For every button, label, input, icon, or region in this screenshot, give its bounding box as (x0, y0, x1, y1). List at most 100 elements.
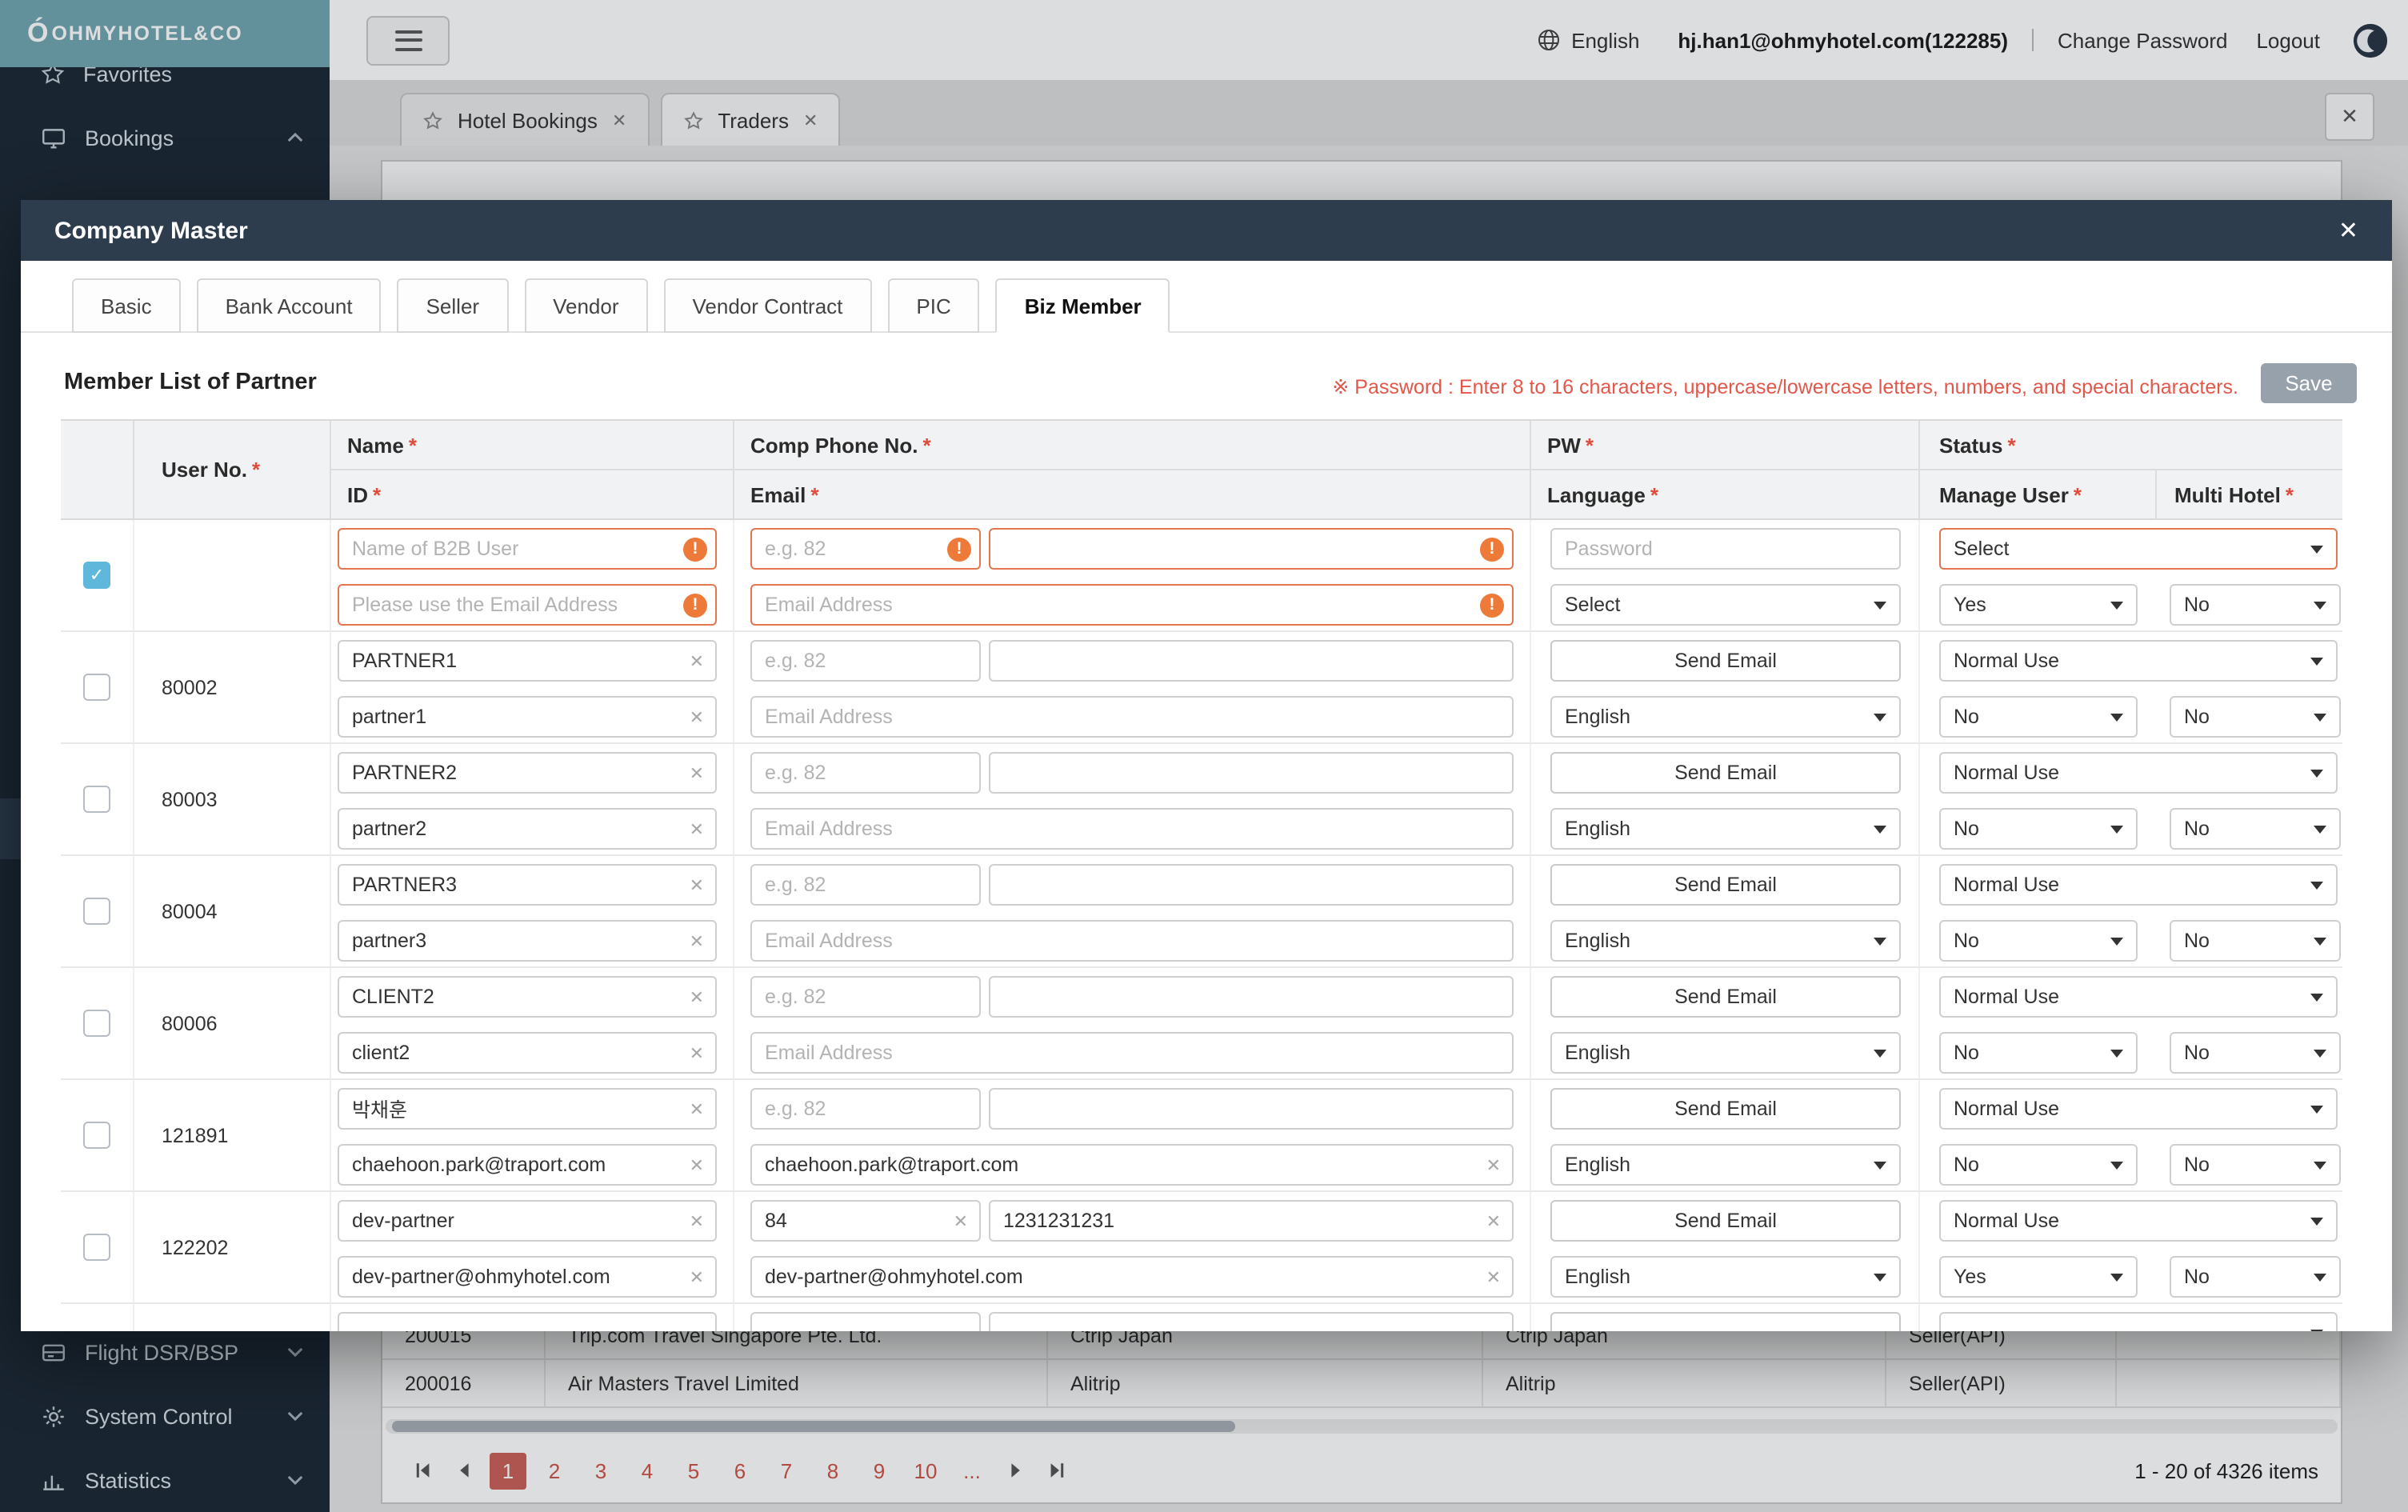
multi-hotel-select[interactable]: No (2170, 807, 2341, 849)
id-input[interactable]: client2✕ (338, 1031, 717, 1073)
modal-tab-pic[interactable]: PIC (887, 278, 979, 333)
row-checkbox[interactable] (83, 898, 110, 925)
phone-number-input[interactable] (989, 751, 1514, 793)
send-email-button[interactable]: Send Email (1550, 975, 1901, 1017)
clear-icon[interactable]: ✕ (690, 1210, 704, 1231)
name-input[interactable]: dev-partner✕ (338, 1199, 717, 1241)
send-email-button[interactable]: Send Email (1550, 751, 1901, 793)
modal-tab-bank-account[interactable]: Bank Account (197, 278, 382, 333)
language-select[interactable]: English (1550, 919, 1901, 961)
password-input[interactable]: Password (1550, 527, 1901, 569)
multi-hotel-select[interactable]: No (2170, 695, 2341, 737)
clear-icon[interactable]: ✕ (690, 1098, 704, 1119)
phone-code-input[interactable]: e.g. 82! (750, 527, 981, 569)
clear-icon[interactable]: ✕ (954, 1210, 968, 1231)
phone-number-input[interactable] (989, 863, 1514, 905)
modal-tab-biz-member[interactable]: Biz Member (996, 278, 1170, 333)
send-email-button[interactable]: Send Email (1550, 863, 1901, 905)
id-input[interactable]: partner2✕ (338, 807, 717, 849)
multi-hotel-select[interactable]: No (2170, 1255, 2341, 1297)
status-select[interactable]: Normal Use (1939, 751, 2338, 793)
row-checkbox[interactable] (83, 1122, 110, 1149)
send-email-button[interactable] (1550, 1311, 1901, 1331)
manage-user-select[interactable]: No (1939, 919, 2138, 961)
status-select[interactable]: Normal Use (1939, 1199, 2338, 1241)
phone-code-input[interactable] (750, 1311, 981, 1331)
name-input[interactable]: Name of B2B User! (338, 527, 717, 569)
clear-icon[interactable]: ✕ (690, 706, 704, 727)
name-input[interactable]: PARTNER3✕ (338, 863, 717, 905)
name-input[interactable] (338, 1311, 717, 1331)
phone-number-input[interactable] (989, 975, 1514, 1017)
row-checkbox[interactable] (83, 1234, 110, 1261)
phone-number-input[interactable]: ! (989, 527, 1514, 569)
multi-hotel-select[interactable]: No (2170, 583, 2341, 625)
id-input[interactable]: Please use the Email Address! (338, 583, 717, 625)
phone-number-input[interactable] (989, 1311, 1514, 1331)
phone-code-input[interactable]: 84✕ (750, 1199, 981, 1241)
save-button[interactable]: Save (2261, 363, 2357, 403)
send-email-button[interactable]: Send Email (1550, 639, 1901, 681)
email-input[interactable]: Email Address! (750, 583, 1514, 625)
email-input[interactable]: Email Address (750, 919, 1514, 961)
phone-code-input[interactable]: e.g. 82 (750, 863, 981, 905)
phone-code-input[interactable]: e.g. 82 (750, 1087, 981, 1129)
clear-icon[interactable]: ✕ (690, 874, 704, 895)
manage-user-select[interactable]: No (1939, 807, 2138, 849)
row-checkbox[interactable] (83, 674, 110, 701)
language-select[interactable]: English (1550, 807, 1901, 849)
status-select[interactable]: Normal Use (1939, 1087, 2338, 1129)
email-input[interactable]: Email Address (750, 1031, 1514, 1073)
status-select[interactable]: Normal Use (1939, 863, 2338, 905)
id-input[interactable]: chaehoon.park@traport.com✕ (338, 1143, 717, 1185)
phone-code-input[interactable]: e.g. 82 (750, 751, 981, 793)
clear-icon[interactable]: ✕ (690, 762, 704, 783)
clear-icon[interactable]: ✕ (1486, 1266, 1501, 1287)
modal-tab-basic[interactable]: Basic (72, 278, 181, 333)
modal-close-button[interactable]: ✕ (2338, 216, 2358, 245)
language-select[interactable]: English (1550, 1143, 1901, 1185)
manage-user-select[interactable]: No (1939, 1031, 2138, 1073)
language-select[interactable]: English (1550, 1255, 1901, 1297)
name-input[interactable]: 박채훈✕ (338, 1087, 717, 1129)
manage-user-select[interactable]: Yes (1939, 583, 2138, 625)
phone-number-input[interactable] (989, 639, 1514, 681)
email-input[interactable]: Email Address (750, 807, 1514, 849)
name-input[interactable]: CLIENT2✕ (338, 975, 717, 1017)
email-input[interactable]: chaehoon.park@traport.com✕ (750, 1143, 1514, 1185)
email-input[interactable]: Email Address (750, 695, 1514, 737)
status-select[interactable]: Select (1939, 527, 2338, 569)
row-checkbox[interactable] (83, 786, 110, 813)
send-email-button[interactable]: Send Email (1550, 1199, 1901, 1241)
row-checkbox[interactable] (83, 1010, 110, 1037)
name-input[interactable]: PARTNER1✕ (338, 639, 717, 681)
phone-code-input[interactable]: e.g. 82 (750, 639, 981, 681)
phone-code-input[interactable]: e.g. 82 (750, 975, 981, 1017)
clear-icon[interactable]: ✕ (690, 650, 704, 671)
clear-icon[interactable]: ✕ (690, 1042, 704, 1063)
manage-user-select[interactable]: Yes (1939, 1255, 2138, 1297)
multi-hotel-select[interactable]: No (2170, 919, 2341, 961)
id-input[interactable]: dev-partner@ohmyhotel.com✕ (338, 1255, 717, 1297)
clear-icon[interactable]: ✕ (690, 1266, 704, 1287)
clear-icon[interactable]: ✕ (690, 986, 704, 1007)
modal-tab-seller[interactable]: Seller (398, 278, 509, 333)
id-input[interactable]: partner3✕ (338, 919, 717, 961)
send-email-button[interactable]: Send Email (1550, 1087, 1901, 1129)
clear-icon[interactable]: ✕ (1486, 1154, 1501, 1175)
clear-icon[interactable]: ✕ (690, 818, 704, 839)
language-select[interactable]: Select (1550, 583, 1901, 625)
status-select[interactable] (1939, 1311, 2338, 1331)
row-checkbox[interactable]: ✓ (83, 562, 110, 589)
phone-number-input[interactable]: 1231231231✕ (989, 1199, 1514, 1241)
modal-tab-vendor[interactable]: Vendor (524, 278, 647, 333)
multi-hotel-select[interactable]: No (2170, 1143, 2341, 1185)
name-input[interactable]: PARTNER2✕ (338, 751, 717, 793)
clear-icon[interactable]: ✕ (1486, 1210, 1501, 1231)
manage-user-select[interactable]: No (1939, 1143, 2138, 1185)
status-select[interactable]: Normal Use (1939, 975, 2338, 1017)
email-input[interactable]: dev-partner@ohmyhotel.com✕ (750, 1255, 1514, 1297)
manage-user-select[interactable]: No (1939, 695, 2138, 737)
id-input[interactable]: partner1✕ (338, 695, 717, 737)
status-select[interactable]: Normal Use (1939, 639, 2338, 681)
